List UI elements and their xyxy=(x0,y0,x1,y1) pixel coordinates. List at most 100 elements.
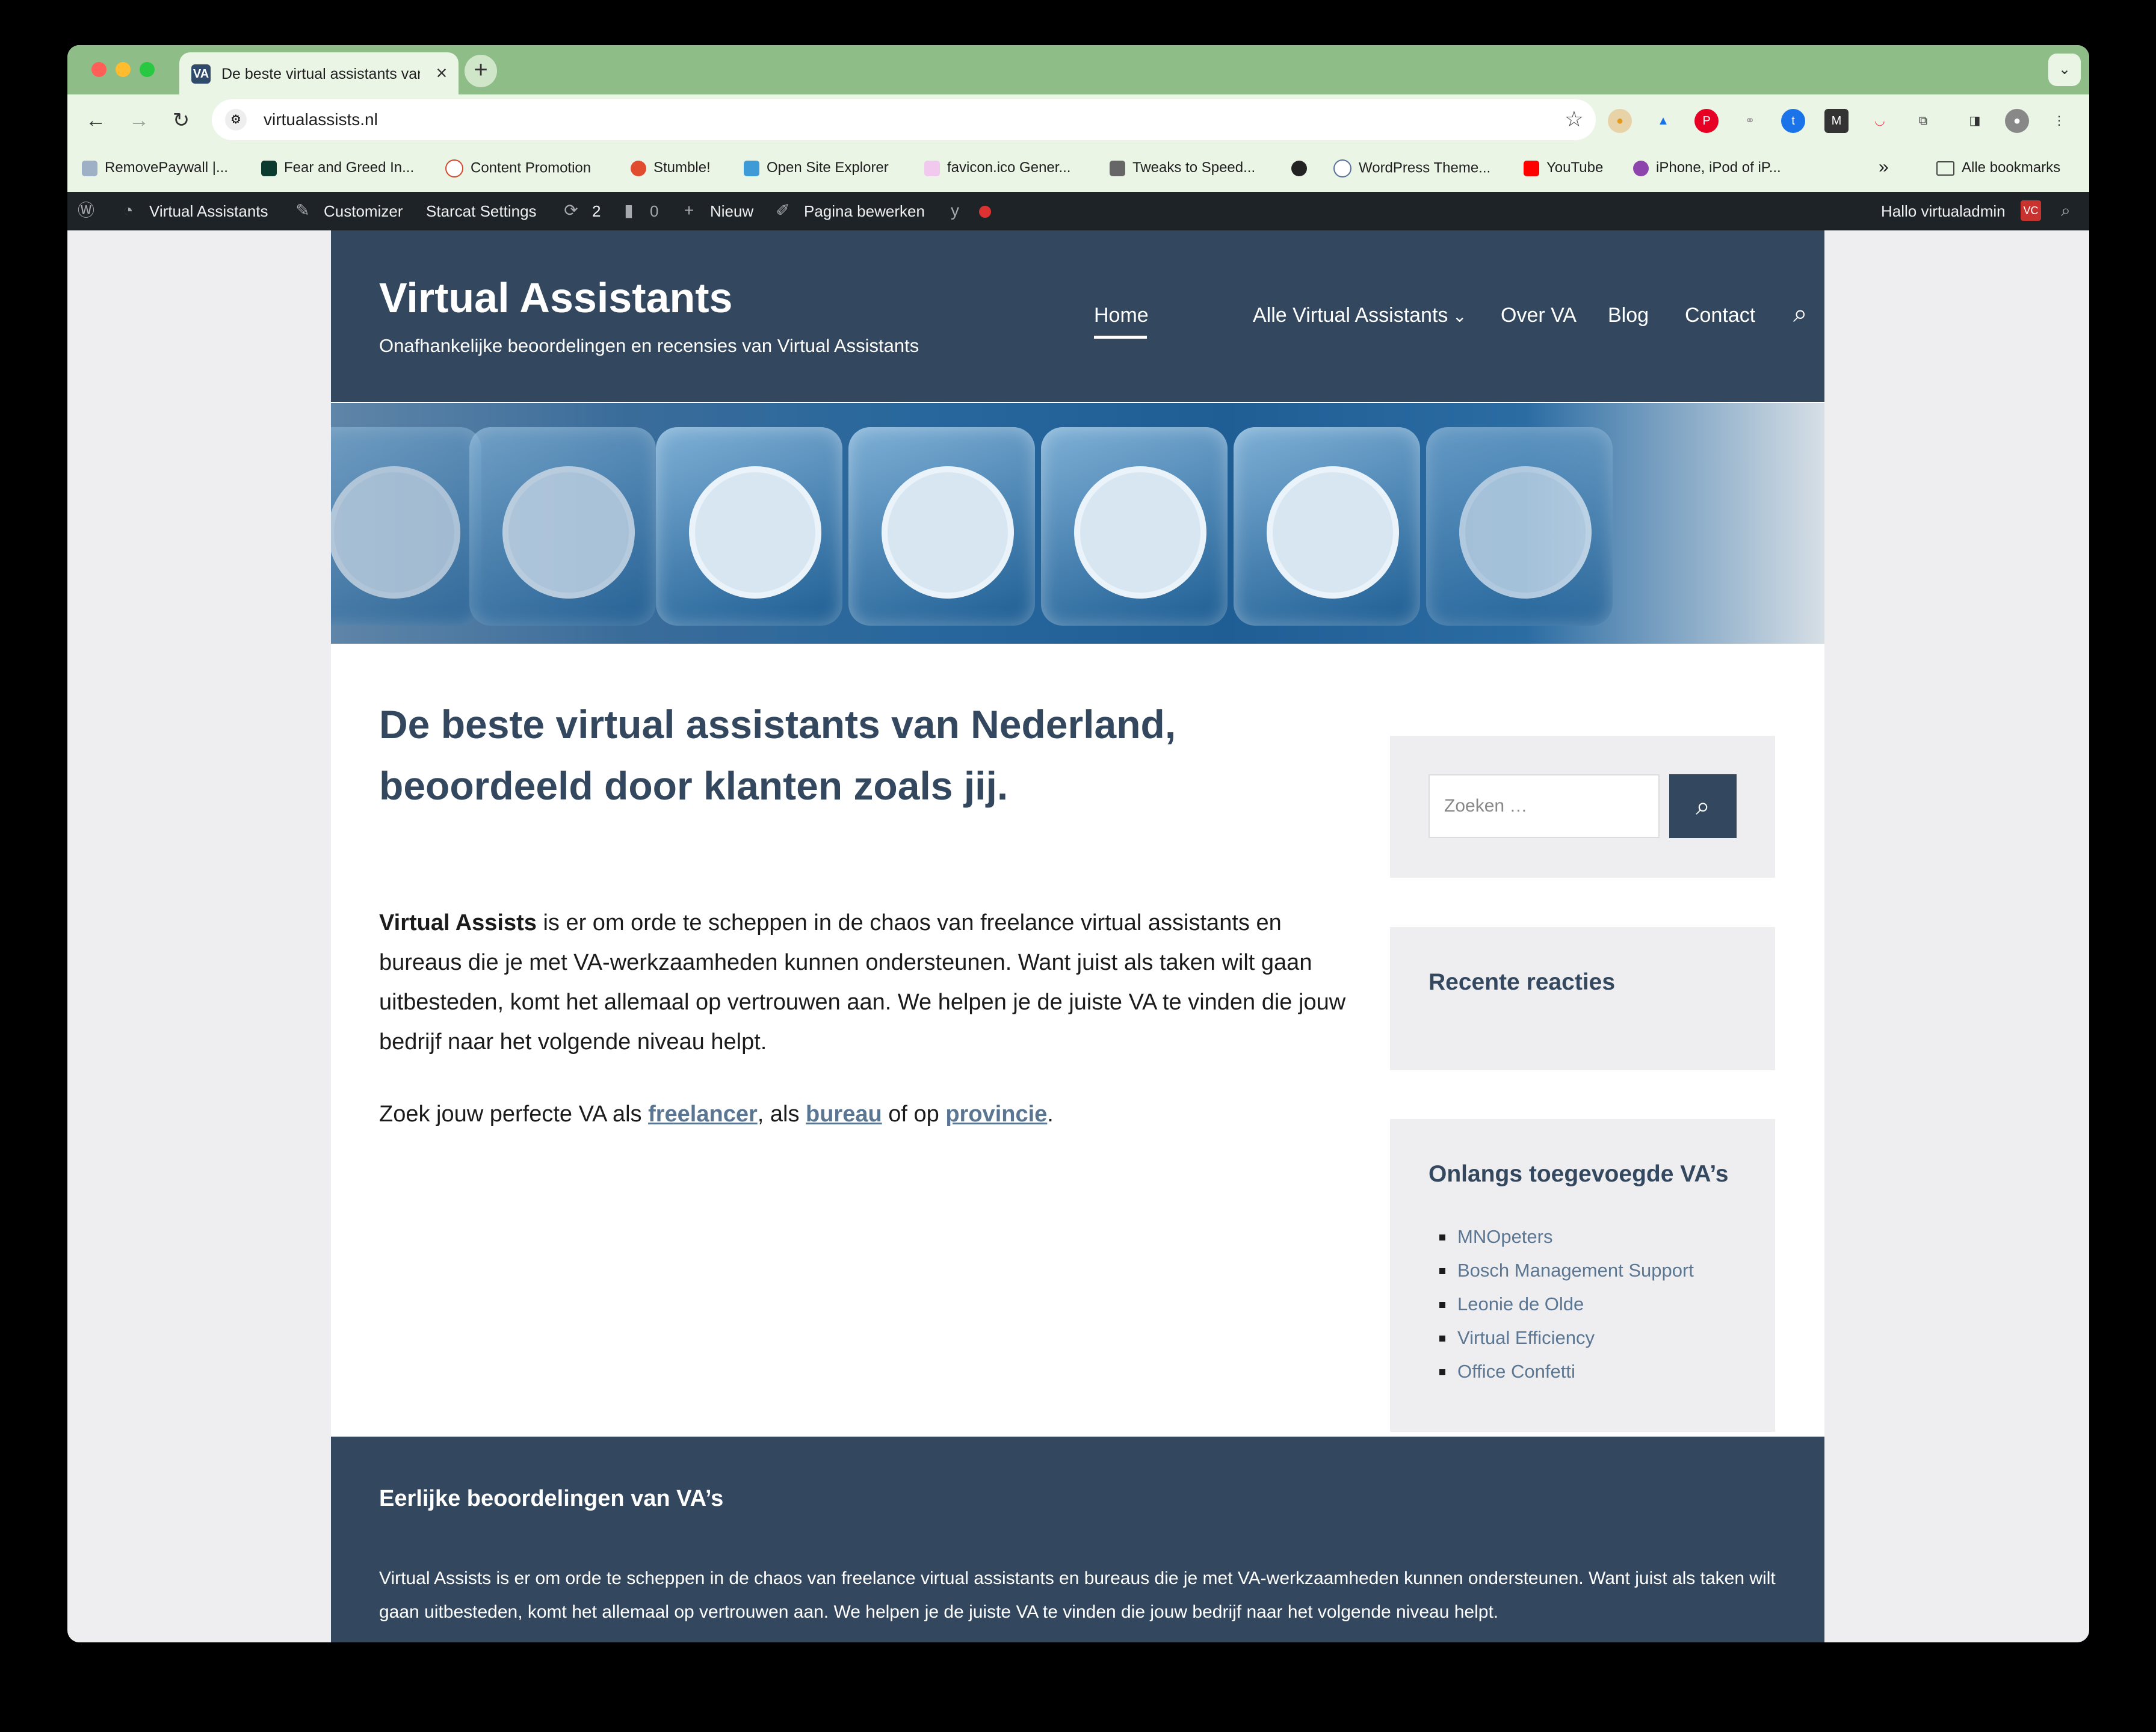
hero-tile xyxy=(331,427,481,626)
provincie-link[interactable]: provincie xyxy=(945,1102,1047,1127)
hero-tile-tablet-icon xyxy=(848,427,1035,626)
minimize-window-button[interactable] xyxy=(116,62,131,77)
updates-count[interactable]: 2 xyxy=(592,202,601,221)
bureau-link[interactable]: bureau xyxy=(806,1102,882,1127)
bookmark-item[interactable]: favicon.ico Gener... xyxy=(924,159,1070,176)
nav-home[interactable]: Home xyxy=(1094,304,1149,327)
page-title: De beste virtual assistants van Nederlan… xyxy=(379,702,1176,808)
browser-tab[interactable]: VA De beste virtual assistants van × xyxy=(179,52,459,94)
extension-tv-icon[interactable]: t xyxy=(1781,109,1805,133)
extension-pinterest-icon[interactable]: P xyxy=(1694,109,1719,133)
close-window-button[interactable] xyxy=(91,62,107,77)
bookmark-star-icon[interactable]: ☆ xyxy=(1564,106,1584,132)
web-page: Virtual Assistants Onafhankelijke beoord… xyxy=(331,230,1824,1642)
list-item[interactable]: Leonie de Olde xyxy=(1429,1287,1694,1321)
zoek-text: , als xyxy=(757,1102,806,1127)
all-bookmarks-button[interactable]: Alle bookmarks xyxy=(1936,159,2060,176)
extension-pocket-icon[interactable]: ◡ xyxy=(1868,109,1892,133)
bookmark-item[interactable]: WordPress Theme... xyxy=(1333,159,1490,177)
tab-bar: VA De beste virtual assistants van × + ⌄ xyxy=(67,45,2089,94)
chevron-down-icon[interactable]: ⌄ xyxy=(1453,306,1466,326)
admin-starcat-settings[interactable]: Starcat Settings xyxy=(426,202,537,221)
dashboard-icon: ◔ xyxy=(123,201,134,220)
close-tab-icon[interactable]: × xyxy=(430,61,454,85)
site-footer: Eerlijke beoordelingen van VA’s Virtual … xyxy=(331,1437,1824,1642)
comments-count[interactable]: 0 xyxy=(650,202,658,221)
seo-status-dot-icon xyxy=(975,200,995,221)
nav-blog[interactable]: Blog xyxy=(1608,304,1649,327)
extension-m-icon[interactable]: M xyxy=(1824,109,1849,133)
bookmarks-bar: RemovePaywall |... Fear and Greed In... … xyxy=(67,147,2089,192)
profile-avatar[interactable]: ● xyxy=(2005,109,2029,133)
zoek-text: of op xyxy=(882,1102,946,1127)
admin-site-name[interactable]: Virtual Assistants xyxy=(149,202,268,221)
tab-search-button[interactable]: ⌄ xyxy=(2048,54,2081,86)
address-bar[interactable]: ⚙ virtualassists.nl ☆ xyxy=(212,99,1596,140)
admin-greeting[interactable]: Hallo virtualadmin xyxy=(1881,202,2006,221)
bookmark-item[interactable]: Content Promotion xyxy=(445,159,591,177)
extension-link-icon[interactable]: ⚭ xyxy=(1738,109,1762,133)
bookmark-item[interactable]: RemovePaywall |... xyxy=(82,159,228,176)
admin-customizer[interactable]: Customizer xyxy=(324,202,403,221)
browser-window: VA De beste virtual assistants van × + ⌄… xyxy=(67,45,2089,1642)
bookmark-favicon xyxy=(261,160,277,176)
hero-tile-chart-icon xyxy=(656,427,842,626)
bookmark-item[interactable]: Fear and Greed In... xyxy=(261,159,414,176)
zoek-text: . xyxy=(1047,1102,1054,1127)
bookmark-item[interactable]: Open Site Explorer xyxy=(744,159,889,176)
nav-active-underline xyxy=(1094,336,1147,339)
list-item[interactable]: Office Confetti xyxy=(1429,1355,1694,1388)
brush-icon: ✎ xyxy=(295,201,310,220)
back-arrow-icon[interactable]: ← xyxy=(81,105,111,135)
bookmark-item[interactable] xyxy=(1291,159,1314,176)
recent-va-widget: Onlangs toegevoegde VA’s MNOpeters Bosch… xyxy=(1390,1119,1775,1432)
extension-honey-icon[interactable]: ● xyxy=(1608,109,1632,133)
recent-comments-widget: Recente reacties xyxy=(1390,927,1775,1070)
bookmark-item[interactable]: Stumble! xyxy=(631,159,711,176)
freelancer-link[interactable]: freelancer xyxy=(648,1102,758,1127)
admin-edit-page[interactable]: Pagina bewerken xyxy=(804,202,925,221)
site-title[interactable]: Virtual Assistants xyxy=(379,274,732,322)
bookmark-item[interactable]: YouTube xyxy=(1524,159,1603,176)
yoast-icon[interactable]: y xyxy=(945,200,965,221)
reload-icon[interactable]: ↻ xyxy=(166,105,196,135)
wordpress-logo-icon[interactable]: Ⓦ xyxy=(76,200,96,221)
admin-new[interactable]: Nieuw xyxy=(710,202,753,221)
comments-icon: ▮ xyxy=(624,201,634,220)
extension-drive-icon[interactable]: ▲ xyxy=(1651,109,1675,133)
maximize-window-button[interactable] xyxy=(140,62,155,77)
bookmark-favicon xyxy=(1333,159,1351,177)
nav-contact[interactable]: Contact xyxy=(1685,304,1755,327)
sidebar-search-input[interactable]: Zoeken … xyxy=(1429,774,1660,838)
site-header: Virtual Assistants Onafhankelijke beoord… xyxy=(331,230,1824,402)
search-icon[interactable]: ⌕ xyxy=(1793,299,1808,328)
menu-kebab-icon[interactable]: ⋮ xyxy=(2047,109,2071,133)
list-item[interactable]: MNOpeters xyxy=(1429,1220,1694,1254)
hero-image xyxy=(331,403,1824,644)
tab-title: De beste virtual assistants van xyxy=(221,66,420,82)
recent-va-title: Onlangs toegevoegde VA’s xyxy=(1429,1161,1729,1187)
hero-tile xyxy=(1426,427,1613,626)
more-bookmarks-button[interactable]: » xyxy=(1879,157,1889,177)
new-tab-button[interactable]: + xyxy=(465,55,497,87)
forward-arrow-icon[interactable]: → xyxy=(124,105,154,135)
zoek-text: Zoek jouw perfecte VA als xyxy=(379,1102,649,1127)
admin-search-icon[interactable]: ⌕ xyxy=(2056,200,2076,221)
bookmark-favicon xyxy=(445,159,463,177)
sidebar-search-button[interactable]: ⌕ xyxy=(1669,774,1737,838)
bookmark-item[interactable]: Tweaks to Speed... xyxy=(1110,159,1255,176)
list-item[interactable]: Virtual Efficiency xyxy=(1429,1321,1694,1355)
recent-comments-title: Recente reacties xyxy=(1429,969,1616,995)
list-item[interactable]: Bosch Management Support xyxy=(1429,1254,1694,1287)
hero-tile-tools-icon xyxy=(1041,427,1228,626)
folder-icon xyxy=(1936,161,1954,176)
plus-icon: + xyxy=(684,201,694,220)
site-info-icon[interactable]: ⚙ xyxy=(225,109,247,131)
extensions-puzzle-icon[interactable]: ⧉ xyxy=(1911,109,1935,133)
user-avatar[interactable]: VC xyxy=(2021,200,2041,221)
side-panel-icon[interactable]: ◨ xyxy=(1963,109,1987,133)
nav-all-virtual-assistants[interactable]: Alle Virtual Assistants xyxy=(1253,304,1448,327)
tab-favicon: VA xyxy=(191,64,211,84)
nav-over-va[interactable]: Over VA xyxy=(1501,304,1577,327)
bookmark-item[interactable]: iPhone, iPod of iP... xyxy=(1633,159,1781,176)
